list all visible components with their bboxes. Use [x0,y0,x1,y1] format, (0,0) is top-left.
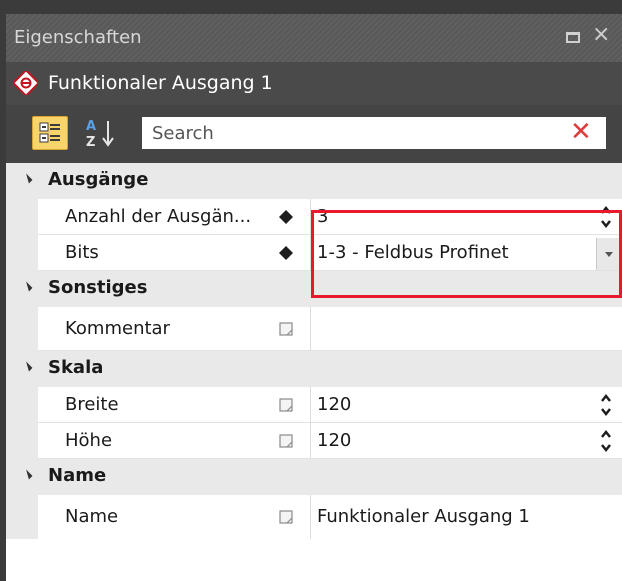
property-row-name[interactable]: Name Funktionaler Ausgang 1 [6,495,622,539]
selected-object-bar: Funktionaler Ausgang 1 [6,62,622,105]
selected-object-title: Funktionaler Ausgang 1 [48,72,273,94]
functional-output-icon [14,71,38,95]
property-grid: Ausgänge Anzahl der Ausgän... 3 Bits 1-3… [6,163,622,543]
collapse-triangle-icon[interactable] [22,361,33,372]
category-ausgaenge[interactable]: Ausgänge [6,163,622,199]
diamond-marker-icon [279,246,293,260]
dropdown-arrow-icon[interactable] [596,238,620,270]
svg-text:A: A [86,119,96,134]
property-value[interactable]: 120 [317,430,351,451]
search-input[interactable] [152,121,532,145]
property-row-anzahl[interactable]: Anzahl der Ausgän... 3 [6,199,622,235]
spinner-icon[interactable] [600,393,612,417]
property-name: Breite [65,394,119,415]
spinner-icon[interactable] [600,205,612,229]
property-row-breite[interactable]: Breite 120 [6,387,622,423]
restore-icon[interactable] [566,32,580,43]
property-value[interactable]: Funktionaler Ausgang 1 [317,506,530,527]
property-name: Bits [65,242,99,263]
panel-titlebar: Eigenschaften × [6,14,622,62]
property-toolbar: A Z ✕ [6,105,622,163]
empty-area [6,543,622,581]
panel-body: Eigenschaften × Funktionaler Ausgang 1 A… [6,14,622,581]
category-label: Ausgänge [48,169,149,190]
property-row-bits[interactable]: Bits 1-3 - Feldbus Profinet [6,235,622,271]
property-name: Anzahl der Ausgän... [65,206,252,227]
edit-box-icon[interactable] [279,434,293,448]
property-name: Kommentar [65,318,170,339]
properties-panel: Eigenschaften × Funktionaler Ausgang 1 A… [0,0,622,581]
collapse-triangle-icon[interactable] [22,281,33,292]
sort-alphabetical-icon[interactable]: A Z [82,115,122,151]
categorized-view-button[interactable] [32,116,68,150]
edit-box-icon[interactable] [279,322,293,336]
spinner-icon[interactable] [600,429,612,453]
category-name[interactable]: Name [6,459,622,495]
svg-text:Z: Z [86,135,95,150]
search-box: ✕ [142,117,606,149]
diamond-marker-icon [279,210,293,224]
property-value[interactable]: 120 [317,394,351,415]
edit-box-icon[interactable] [279,510,293,524]
category-label: Skala [48,357,104,378]
category-label: Sonstiges [48,277,148,298]
category-sonstiges[interactable]: Sonstiges [6,271,622,307]
collapse-triangle-icon[interactable] [22,173,33,184]
property-name: Höhe [65,430,113,451]
property-row-kommentar[interactable]: Kommentar [6,307,622,351]
categorized-icon [39,122,60,143]
property-name: Name [65,506,119,527]
collapse-triangle-icon[interactable] [22,469,33,480]
property-value[interactable]: 1-3 - Feldbus Profinet [317,242,509,263]
panel-title: Eigenschaften [14,27,142,48]
edit-box-icon[interactable] [279,398,293,412]
category-label: Name [48,465,107,486]
property-row-hoehe[interactable]: Höhe 120 [6,423,622,459]
clear-search-icon[interactable]: ✕ [570,119,592,145]
property-value[interactable]: 3 [317,206,328,227]
close-icon[interactable]: × [592,24,610,46]
category-skala[interactable]: Skala [6,351,622,387]
